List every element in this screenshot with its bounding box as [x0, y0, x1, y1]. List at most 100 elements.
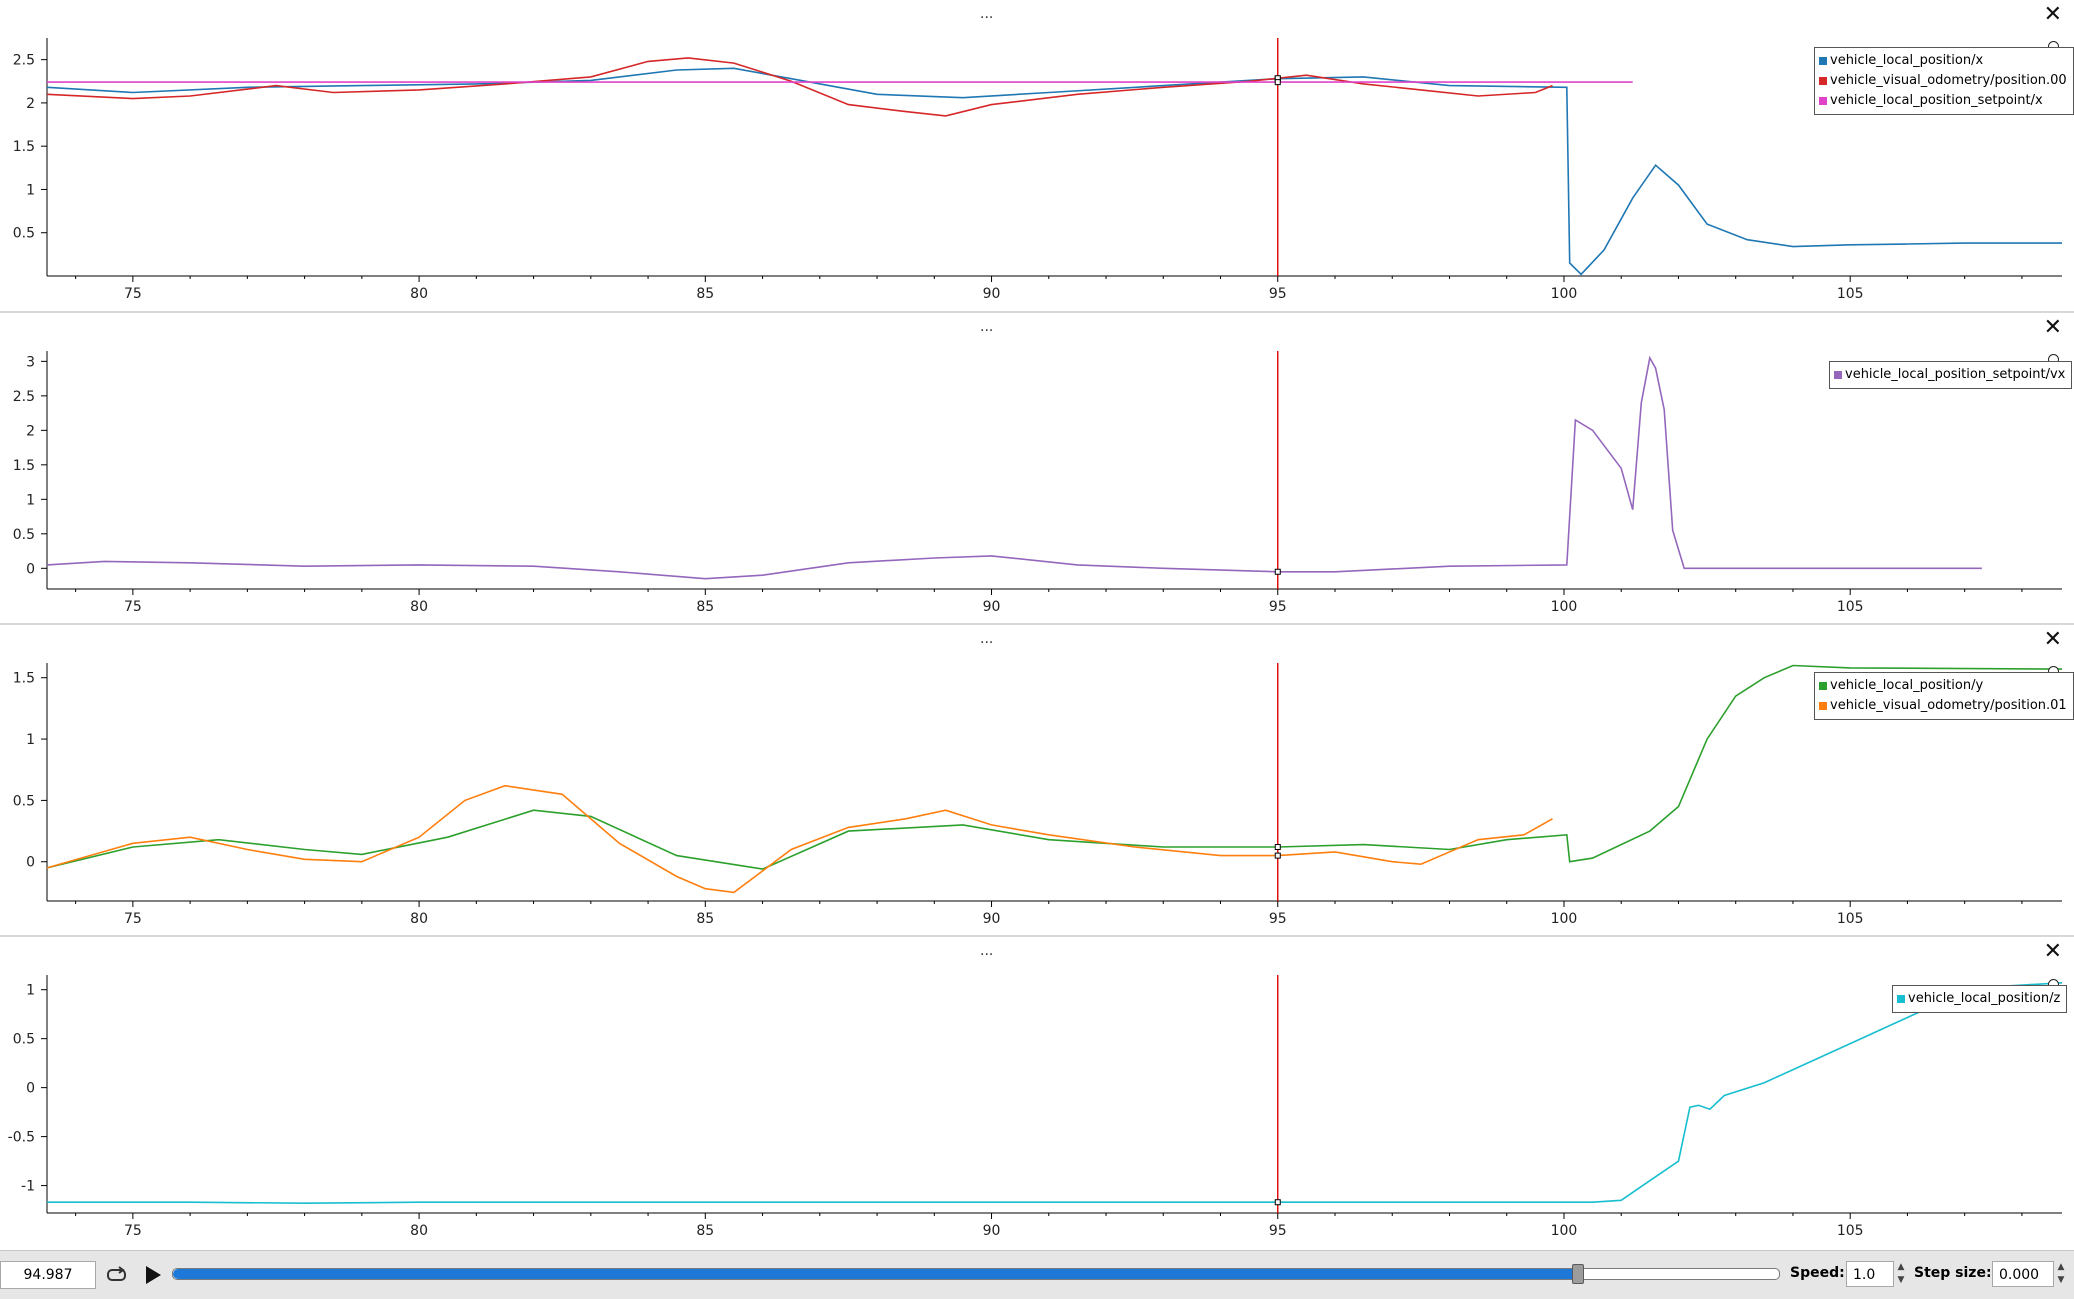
plot-canvas-4[interactable]: 75 80 85 90 95 100 105 -1 -0.5 0 0.5 1 [0, 937, 2074, 1249]
close-icon[interactable]: ✕ [2044, 317, 2062, 339]
x-tick-label: 85 [696, 286, 714, 302]
speed-label: Speed: [1790, 1265, 1845, 1281]
plot-canvas-2[interactable]: 75 80 85 90 95 100 105 0 0.5 1 1.5 2 2.5 3 [0, 313, 2074, 622]
x-tick-label: 75 [124, 599, 142, 615]
panel-menu-dots[interactable]: ... [980, 319, 993, 335]
speed-stepper-arrows[interactable]: ▲ ▼ [1894, 1261, 1908, 1289]
x-tick-label: 85 [696, 911, 714, 927]
x-tick-label: 80 [410, 911, 428, 927]
legend-swatch [1819, 77, 1827, 85]
x-tick-label: 105 [1837, 1223, 1864, 1239]
y-tick-label: 2.5 [13, 389, 35, 405]
y-tick-label: 0 [26, 855, 35, 871]
close-icon[interactable]: ✕ [2044, 4, 2062, 26]
y-tick-label: 1 [26, 182, 35, 198]
x-tick-label: 90 [983, 286, 1001, 302]
panel-menu-dots[interactable]: ... [980, 943, 993, 959]
step-size-stepper-arrows[interactable]: ▲ ▼ [2054, 1261, 2068, 1289]
x-tick-label: 100 [1551, 599, 1578, 615]
timeline-slider-handle[interactable] [1572, 1264, 1585, 1284]
playback-toolbar: 94.987 Speed: 1.0 ▲ ▼ Step size: 0.000 ▲ ▼ [0, 1250, 2074, 1299]
y-tick-label: 1 [26, 983, 35, 999]
cursor-marker [1274, 852, 1281, 859]
x-tick-label: 95 [1269, 911, 1287, 927]
legend-item[interactable]: vehicle_visual_odometry/position.00 [1819, 71, 2067, 91]
legend[interactable]: vehicle_local_position_setpoint/vx [1829, 361, 2073, 389]
x-tick-label: 80 [410, 599, 428, 615]
x-tick-label: 95 [1269, 1223, 1287, 1239]
y-tick-label: 0.5 [13, 527, 35, 543]
cursor-marker [1274, 1199, 1281, 1206]
legend-label: vehicle_local_position_setpoint/x [1830, 93, 2043, 108]
x-tick-label: 75 [124, 911, 142, 927]
cursor-marker [1274, 844, 1281, 851]
x-tick-label: 85 [696, 1223, 714, 1239]
x-tick-label: 80 [410, 286, 428, 302]
cursor-marker [1274, 79, 1281, 86]
plot-canvas-3[interactable]: 75 80 85 90 95 100 105 0 0.5 1 1.5 [0, 625, 2074, 934]
y-tick-label: 0.5 [13, 226, 35, 242]
panel-menu-dots[interactable]: ... [980, 6, 993, 22]
legend-item[interactable]: vehicle_local_position/y [1819, 676, 2067, 696]
x-tick-label: 105 [1837, 286, 1864, 302]
x-tick-label: 100 [1551, 1223, 1578, 1239]
y-tick-label: -1 [21, 1179, 35, 1195]
step-size-spinbox[interactable]: 0.000 [1992, 1261, 2054, 1287]
legend-label: vehicle_local_position/z [1908, 991, 2061, 1006]
y-tick-label: 1.5 [13, 139, 35, 155]
y-tick-label: 0.5 [13, 793, 35, 809]
x-tick-label: 75 [124, 1223, 142, 1239]
y-tick-label: 1.5 [13, 458, 35, 474]
y-tick-label: 2.5 [13, 53, 35, 69]
y-tick-label: 0 [26, 561, 35, 577]
x-tick-label: 90 [983, 599, 1001, 615]
y-tick-label: 2 [26, 96, 35, 112]
x-tick-label: 75 [124, 286, 142, 302]
series-line [47, 982, 2063, 1205]
series-line [46, 67, 2062, 276]
speed-spinbox[interactable]: 1.0 [1846, 1261, 1894, 1287]
legend-label: vehicle_visual_odometry/position.01 [1830, 698, 2067, 713]
legend-label: vehicle_local_position/y [1830, 678, 1984, 693]
legend-label: vehicle_local_position_setpoint/vx [1845, 367, 2066, 382]
series-line [46, 784, 1553, 894]
plot-panel-3[interactable]: 75 80 85 90 95 100 105 0 0.5 1 1.5 ... ✕ vehicle_l… [0, 625, 2074, 934]
plot-panel-2[interactable]: 75 80 85 90 95 100 105 0 0.5 1 1.5 2 2.5 3 ... ✕ vehi… [0, 313, 2074, 622]
legend-item[interactable]: vehicle_local_position/x [1819, 51, 2067, 71]
x-tick-label: 105 [1837, 599, 1864, 615]
y-tick-label: 2 [26, 423, 35, 439]
legend-item[interactable]: vehicle_local_position_setpoint/vx [1834, 365, 2065, 385]
y-tick-label: 3 [26, 354, 35, 370]
legend[interactable]: vehicle_local_position/z [1892, 985, 2068, 1013]
timeline-progress-fill [173, 1269, 1579, 1279]
legend-swatch [1819, 682, 1827, 690]
series-line [46, 355, 1982, 580]
series-line [46, 664, 2063, 870]
legend-item[interactable]: vehicle_local_position_setpoint/x [1819, 91, 2067, 111]
close-icon[interactable]: ✕ [2044, 941, 2062, 963]
plot-panel-4[interactable]: 75 80 85 90 95 100 105 -1 -0.5 0 0.5 1 ... ✕ vehicl… [0, 937, 2074, 1249]
loop-icon[interactable] [104, 1263, 130, 1287]
y-tick-label: -0.5 [8, 1130, 35, 1146]
legend-item[interactable]: vehicle_local_position/z [1897, 989, 2060, 1009]
x-tick-label: 95 [1269, 286, 1287, 302]
x-tick-label: 90 [983, 911, 1001, 927]
play-icon[interactable] [140, 1263, 166, 1287]
legend-swatch [1834, 371, 1842, 379]
plot-canvas-1[interactable]: 75 80 85 90 95 100 105 0.5 1 1.5 2 2.5 [0, 0, 2074, 310]
close-icon[interactable]: ✕ [2044, 629, 2062, 651]
legend-label: vehicle_visual_odometry/position.00 [1830, 73, 2067, 88]
play-icon-glyph [146, 1266, 161, 1284]
panel-menu-dots[interactable]: ... [980, 631, 993, 647]
cursor-marker [1274, 568, 1281, 575]
legend[interactable]: vehicle_local_position/x vehicle_visual_… [1814, 47, 2074, 115]
legend-label: vehicle_local_position/x [1830, 53, 1984, 68]
legend[interactable]: vehicle_local_position/y vehicle_visual_… [1814, 672, 2074, 720]
plot-panel-1[interactable]: 75 80 85 90 95 100 105 0.5 1 1.5 2 2.5 ... ✕ vehicl… [0, 0, 2074, 310]
timeline-slider[interactable] [172, 1264, 1780, 1284]
step-size-label: Step size: [1914, 1265, 1992, 1281]
legend-item[interactable]: vehicle_visual_odometry/position.01 [1819, 696, 2067, 716]
y-tick-label: 1 [26, 492, 35, 508]
y-tick-label: 0.5 [13, 1032, 35, 1048]
current-time-field[interactable]: 94.987 [0, 1261, 96, 1289]
